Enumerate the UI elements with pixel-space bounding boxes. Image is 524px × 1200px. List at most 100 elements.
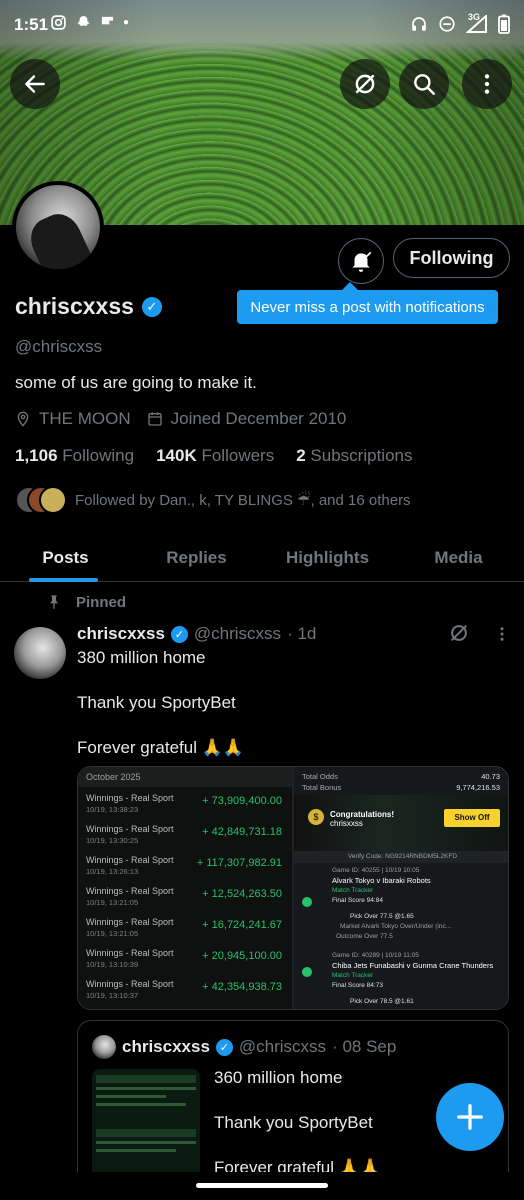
winnings-row-amount: + 73,909,400.00 [202, 795, 282, 807]
status-app-icons: ● [50, 14, 129, 31]
tab-posts[interactable]: Posts [0, 534, 131, 582]
following-count: 1,106 [15, 446, 58, 465]
compose-button[interactable] [436, 1083, 504, 1151]
game1-market: Market Alvark Tokyo Over/Under (inc... [340, 923, 452, 930]
plus-icon [457, 1104, 483, 1130]
post-author-handle[interactable]: @chriscxss [194, 624, 281, 644]
status-time: 1:51 [14, 15, 49, 34]
pinned-indicator: Pinned [46, 593, 126, 611]
total-bonus-value: 9,774,216.53 [456, 783, 500, 792]
winnings-row-amount: + 42,354,938.73 [202, 981, 282, 993]
location-icon [17, 411, 29, 427]
congrats-text: Congratulations! [330, 810, 394, 819]
location-text: THE MOON [39, 409, 131, 428]
profile-tabs: Posts Replies Highlights Media [0, 534, 524, 582]
tab-highlights[interactable]: Highlights [262, 534, 393, 581]
back-button[interactable] [10, 59, 60, 109]
winnings-row-label: Winnings - Real Sport [86, 886, 174, 896]
post-image[interactable]: October 2025 Winnings - Real Sport 10/19,… [77, 766, 509, 1010]
verify-code: Verify Code: NG9214RNBDM5L2KFD [294, 851, 508, 863]
show-off-button: Show Off [444, 809, 500, 827]
followed-by[interactable]: Followed by Dan., k, TY BLINGS ☔, and 16… [15, 486, 411, 514]
avatar-image [16, 185, 100, 269]
pinned-label: Pinned [76, 593, 127, 611]
tab-media[interactable]: Media [393, 534, 524, 581]
game1-pick: Pick Over 77.5 @1.65 [350, 913, 414, 920]
winnings-row-label: Winnings - Real Sport [86, 948, 174, 958]
winnings-row: Winnings - Real Sport 10/19, 13:38:23 + 73… [86, 793, 286, 814]
winnings-row-amount: + 20,945,100.00 [202, 950, 282, 962]
network-type: 3G [468, 12, 481, 22]
total-bonus-label: Total Bonus [302, 783, 342, 792]
post-header: chriscxxss ✓ @chriscxss · 1d [77, 624, 316, 644]
winnings-row: Winnings - Real Sport 10/19, 13:10:37 + 42… [86, 979, 286, 1000]
search-icon [414, 74, 435, 95]
bell-check-icon [352, 251, 372, 272]
quote-avatar [92, 1035, 116, 1059]
congrats-user: chrisxxss [330, 819, 363, 828]
winnings-row-amount: + 117,307,982.91 [196, 857, 282, 869]
game2-id: Game ID: 40289 | 10/19 11:05 [332, 952, 419, 959]
profile-bio: some of us are going to make it. [15, 373, 257, 392]
game1-id: Game ID: 40255 | 10/19 10:05 [332, 867, 420, 874]
grok-button[interactable] [340, 59, 390, 109]
joined-text: Joined December 2010 [170, 409, 347, 428]
winnings-row-label: Winnings - Real Sport [86, 793, 174, 803]
post-text: 380 million home Thank you SportyBet For… [77, 648, 245, 757]
coin-icon: $ [308, 809, 324, 825]
winnings-row: Winnings - Real Sport 10/19, 13:10:39 + 20… [86, 948, 286, 969]
winnings-row-label: Winnings - Real Sport [86, 917, 174, 927]
notifications-button[interactable] [338, 238, 384, 284]
quote-header: chriscxxss ✓ @chriscxss · 08 Sep [92, 1035, 396, 1059]
dnd-icon [439, 16, 455, 32]
post-author-name[interactable]: chriscxxss [77, 624, 165, 644]
total-odds-label: Total Odds [302, 772, 338, 781]
post-more-button[interactable] [493, 624, 511, 649]
winnings-row-label: Winnings - Real Sport [86, 979, 174, 989]
verified-badge-icon: ✓ [170, 625, 188, 643]
game2-match: Chiba Jets Funabashi v Gunma Crane Thund… [332, 961, 494, 970]
snapchat-icon [77, 16, 90, 27]
verified-badge-icon: ✓ [141, 296, 162, 317]
betslip-screenshot: Total Odds Total Bonus 40.73 9,774,216.5… [292, 767, 508, 1009]
followers-stat[interactable]: 140K Followers [156, 446, 274, 466]
followers-count: 140K [156, 446, 197, 465]
following-button[interactable]: Following [393, 238, 510, 278]
following-label: Following [62, 446, 135, 465]
game1-tracker: Match Tracker [332, 887, 374, 894]
quote-author-handle: @chriscxss [238, 1037, 327, 1056]
following-stat[interactable]: 1,106 Following [15, 446, 134, 466]
headphones-icon [412, 17, 426, 31]
post-avatar[interactable] [14, 627, 66, 679]
post-time: · 1d [287, 624, 317, 643]
more-button[interactable] [462, 59, 512, 109]
profile-stats: 1,106 Following 140K Followers 2 Subscri… [15, 446, 412, 466]
arrow-left-icon [25, 75, 45, 93]
followers-label: Followers [201, 446, 275, 465]
calendar-icon [147, 412, 162, 426]
winnings-row: Winnings - Real Sport 10/19, 13:30:25 + 42… [86, 824, 286, 845]
winnings-row: Winnings - Real Sport 10/19, 13:26:13 + 11… [86, 855, 286, 876]
search-button[interactable] [399, 59, 449, 109]
quote-thumbnail [92, 1069, 200, 1179]
total-odds-value: 40.73 [481, 772, 500, 781]
more-vertical-icon [500, 627, 504, 641]
profile-avatar[interactable] [12, 181, 104, 273]
instagram-icon [51, 15, 66, 30]
post-grok-button[interactable] [448, 622, 470, 649]
win-check-icon [302, 967, 312, 977]
status-right-icons: 3G [410, 12, 510, 34]
profile-handle: @chriscxss [15, 337, 103, 356]
subscriptions-stat[interactable]: 2 Subscriptions [296, 446, 412, 466]
dot-icon: ● [123, 17, 130, 28]
tab-replies[interactable]: Replies [131, 534, 262, 581]
notification-tooltip[interactable]: Never miss a post with notifications [237, 282, 498, 324]
game1-match: Alvark Tokyo v Ibaraki Robots [332, 876, 431, 885]
pin-icon [50, 595, 58, 609]
winnings-row: Winnings - Real Sport 10/19, 13:21:05 + 16… [86, 917, 286, 938]
winnings-row-label: Winnings - Real Sport [86, 855, 174, 865]
home-indicator[interactable] [196, 1183, 328, 1188]
winnings-screenshot: October 2025 Winnings - Real Sport 10/19,… [78, 767, 293, 1009]
follower-avatar [39, 486, 67, 514]
game2-tracker: Match Tracker [332, 972, 374, 979]
